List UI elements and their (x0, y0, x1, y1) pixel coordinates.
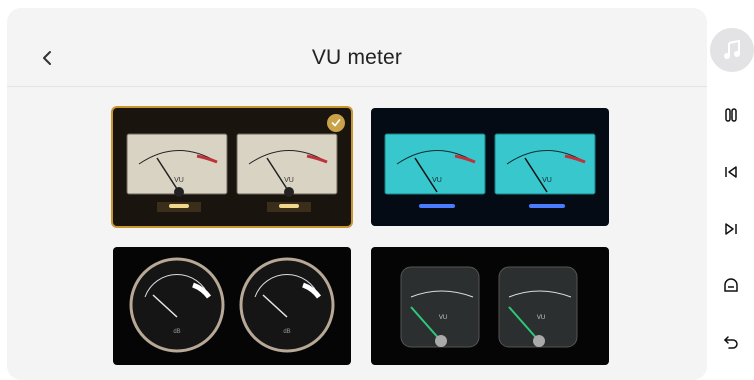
return-icon (723, 336, 738, 349)
cyan-meter-preview: VU VU (384, 133, 596, 208)
style-card-green[interactable]: VU VU (371, 247, 609, 365)
pause-button[interactable] (707, 97, 754, 133)
meter-label-left: VU (439, 315, 447, 321)
style-card-classic[interactable]: VU VU (113, 108, 351, 226)
home-button[interactable] (707, 267, 754, 303)
next-track-button[interactable] (707, 211, 754, 247)
green-meter-preview: VU VU (400, 266, 578, 348)
selected-check-icon (327, 114, 345, 132)
skip-previous-icon (724, 166, 737, 178)
skip-next-icon (724, 223, 737, 235)
page-title: VU meter (311, 46, 403, 69)
meter-label-right: VU (542, 177, 552, 184)
home-icon (723, 278, 738, 292)
meter-label-right: VU (284, 177, 294, 184)
meter-label-left: VU (174, 177, 184, 184)
control-rail (707, 8, 754, 380)
main-panel: VU meter VU VU VU VU dB dB VU VU (7, 8, 707, 380)
style-card-cyan[interactable]: VU VU (371, 108, 609, 226)
round-meter-preview: dB dB (129, 257, 335, 353)
style-card-round[interactable]: dB dB (113, 247, 351, 365)
return-button[interactable] (707, 324, 754, 360)
meter-label-right: dB (283, 329, 290, 335)
meter-label-left: dB (173, 329, 180, 335)
header: VU meter (7, 8, 707, 87)
pause-icon (724, 108, 737, 122)
previous-track-button[interactable] (707, 154, 754, 190)
meter-label-right: VU (537, 315, 545, 321)
meter-label-left: VU (432, 177, 442, 184)
classic-meter-preview: VU VU (126, 133, 338, 212)
